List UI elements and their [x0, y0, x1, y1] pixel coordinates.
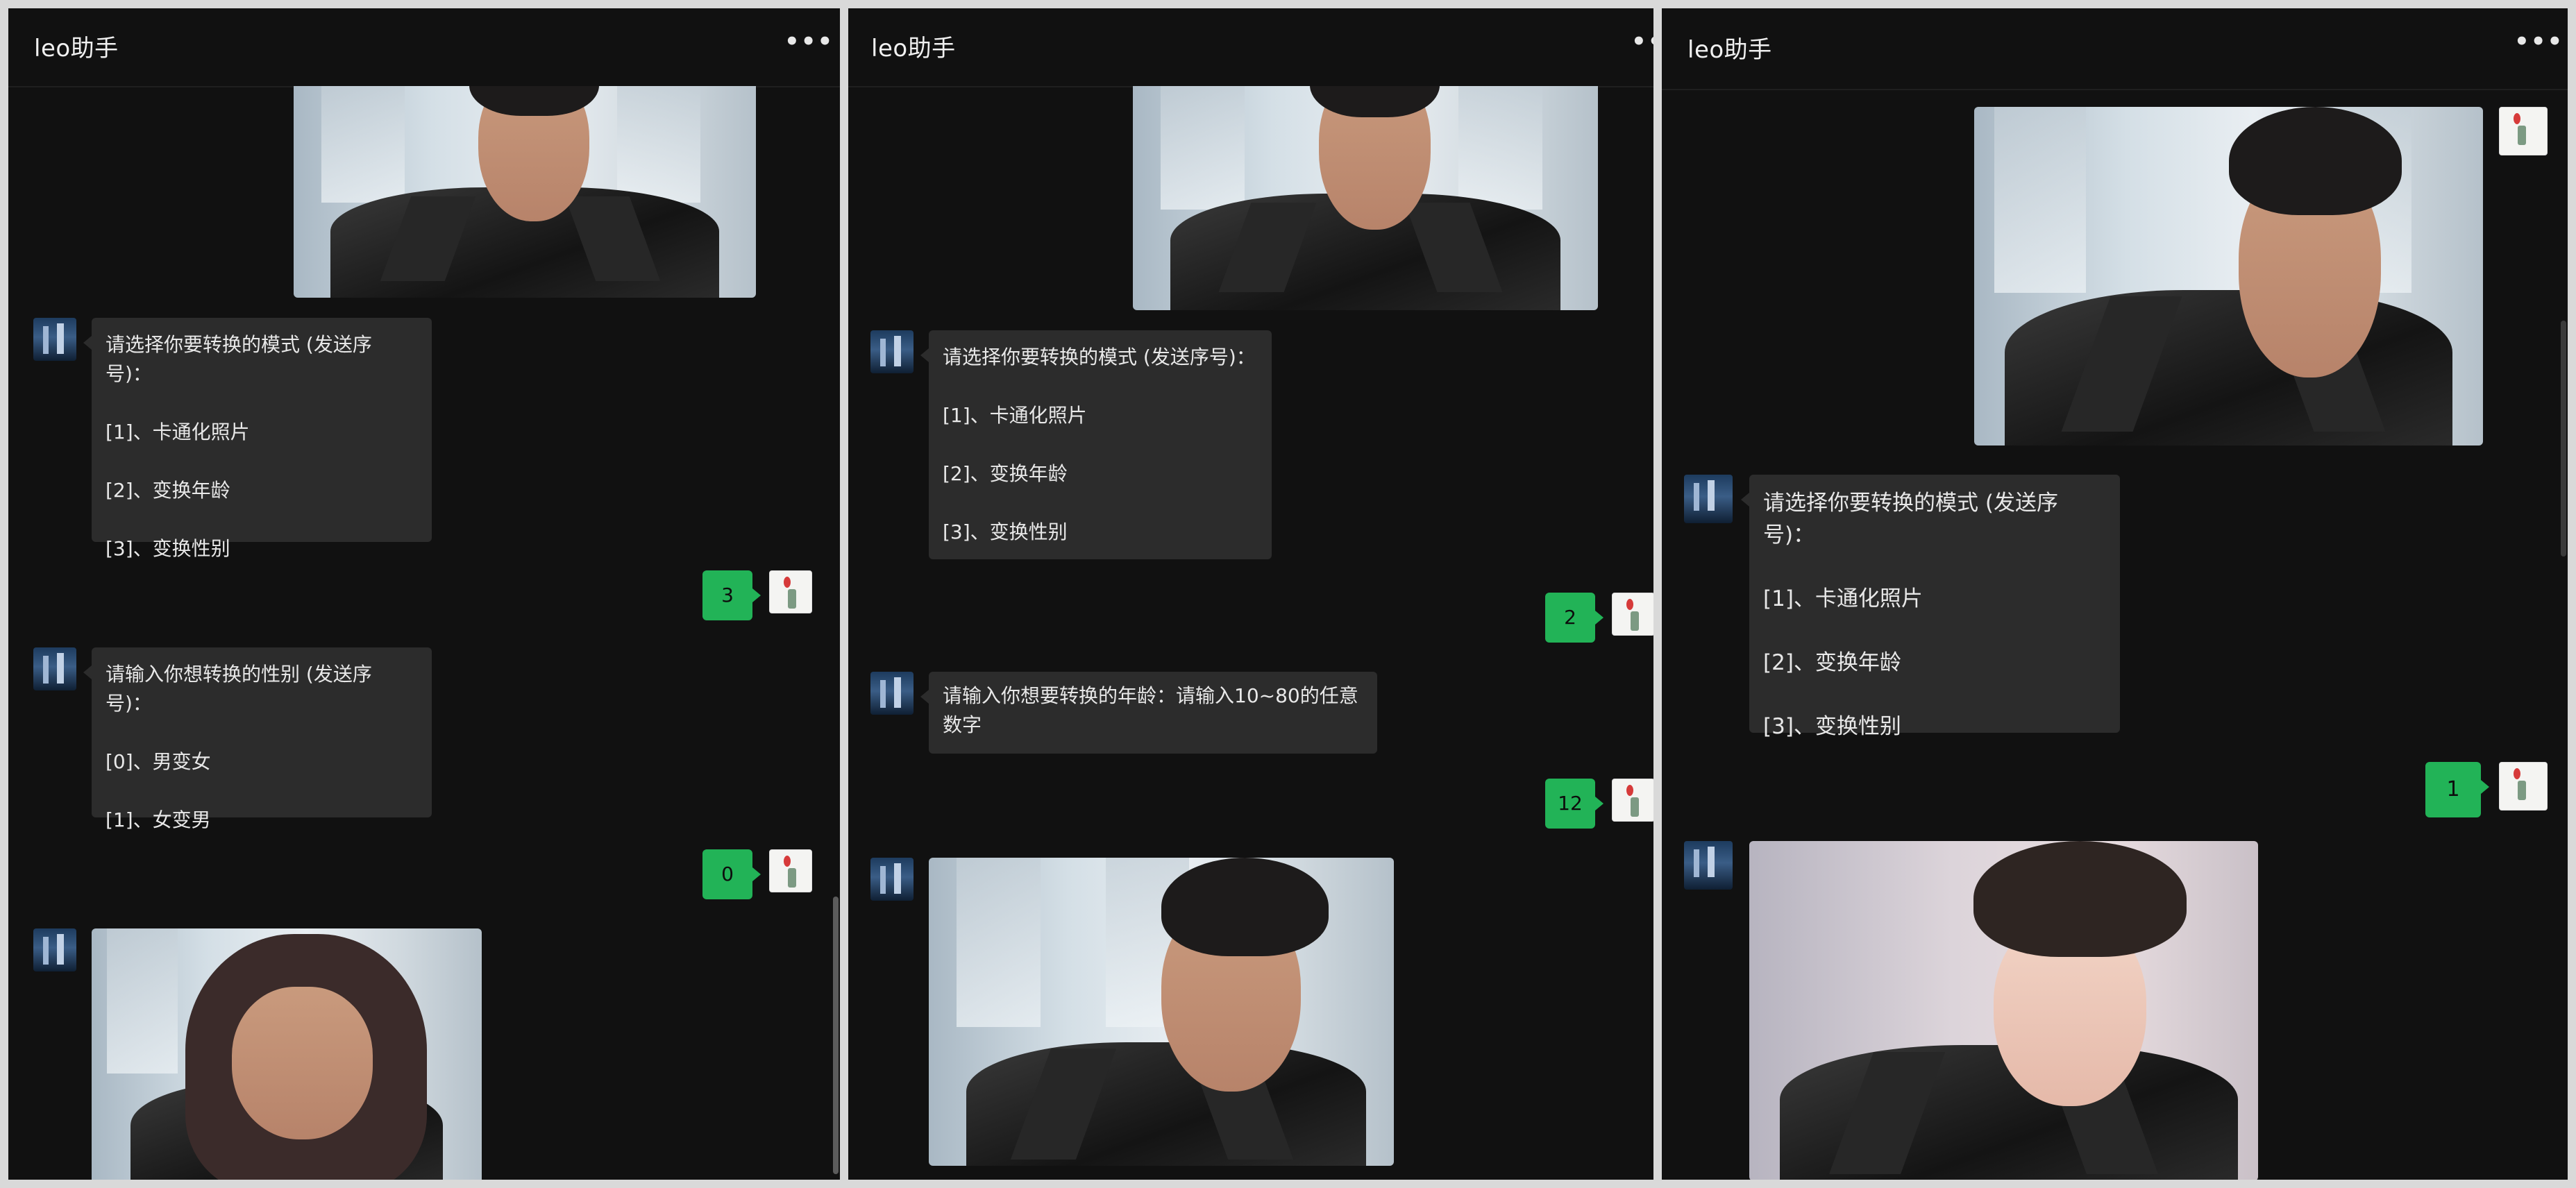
bot-avatar[interactable]: [33, 928, 76, 971]
option-male-to-female: [0]、男变女: [106, 750, 211, 773]
bot-avatar[interactable]: [870, 858, 914, 901]
chat-title: leo助手: [871, 35, 956, 62]
age-input-message: 请输入你想要转换的年龄：请输入10~80的任意数字: [920, 672, 1377, 754]
user-reply-bubble: 0: [702, 849, 761, 899]
bot-avatar[interactable]: [1684, 841, 1733, 890]
message-text: 请选择你要转换的模式 (发送序号)：: [1763, 491, 2058, 548]
chat-panel-1: leo助手 ••• 请选择你要转换的模式 (发送序号)： [1]、卡通化照片 […: [8, 8, 840, 1180]
chat-header: leo助手 ••: [848, 8, 1653, 87]
sent-original-photo[interactable]: [294, 86, 756, 298]
user-avatar[interactable]: [1612, 593, 1653, 636]
user-reply-bubble: 2: [1545, 593, 1603, 643]
sent-original-photo[interactable]: [1974, 107, 2483, 446]
message-text: 请选择你要转换的模式 (发送序号)：: [943, 346, 1256, 368]
bot-avatar[interactable]: [33, 647, 76, 690]
message-text: 请输入你想要转换的年龄：请输入10~80的任意数字: [943, 684, 1358, 736]
user-avatar[interactable]: [1612, 779, 1653, 822]
option-cartoon: [1]、卡通化照片: [943, 404, 1087, 427]
result-photo-cartoon[interactable]: [1749, 841, 2258, 1180]
user-avatar[interactable]: [2499, 107, 2548, 155]
user-avatar[interactable]: [2499, 762, 2548, 811]
user-reply-bubble: 12: [1545, 779, 1603, 829]
mode-select-message: 请选择你要转换的模式 (发送序号)： [1]、卡通化照片 [2]、变换年龄 [3…: [920, 330, 1272, 559]
chat-panel-3: leo助手 ••• 请选择你要转换的模式 (发送序号)： [1]、卡通化照片 […: [1662, 8, 2568, 1180]
chat-header: leo助手 •••: [1662, 8, 2568, 90]
mode-select-message: 请选择你要转换的模式 (发送序号)： [1]、卡通化照片 [2]、变换年龄 [3…: [1741, 475, 2120, 739]
more-options-icon[interactable]: •••: [784, 29, 832, 57]
bot-avatar[interactable]: [870, 672, 914, 715]
option-age: [2]、变换年龄: [106, 479, 230, 502]
option-gender: [3]、变换性别: [943, 520, 1068, 543]
chat-header: leo助手 •••: [8, 8, 840, 87]
user-reply-bubble: 1: [2425, 762, 2489, 817]
user-avatar[interactable]: [769, 570, 812, 613]
option-age: [2]、变换年龄: [1763, 650, 1901, 675]
more-options-icon[interactable]: ••: [1631, 29, 1653, 57]
mode-select-message: 请选择你要转换的模式 (发送序号)： [1]、卡通化照片 [2]、变换年龄 [3…: [83, 318, 432, 560]
bot-avatar[interactable]: [870, 330, 914, 373]
option-age: [2]、变换年龄: [943, 462, 1068, 485]
scrollbar[interactable]: [2561, 321, 2566, 557]
more-options-icon[interactable]: •••: [2514, 29, 2562, 57]
sent-original-photo[interactable]: [1133, 86, 1598, 310]
result-photo-age[interactable]: [929, 858, 1394, 1166]
gender-select-message: 请输入你想转换的性别 (发送序号)： [0]、男变女 [1]、女变男: [83, 647, 432, 831]
option-gender: [3]、变换性别: [1763, 714, 1901, 739]
chat-title: leo助手: [34, 35, 119, 62]
user-avatar[interactable]: [769, 849, 812, 892]
bot-avatar[interactable]: [33, 318, 76, 361]
message-text: 请选择你要转换的模式 (发送序号)：: [106, 333, 372, 385]
option-cartoon: [1]、卡通化照片: [106, 421, 250, 443]
option-gender: [3]、变换性别: [106, 537, 230, 560]
result-photo-gender[interactable]: [92, 928, 482, 1180]
chat-title: leo助手: [1687, 36, 1772, 64]
scrollbar[interactable]: [833, 897, 839, 1174]
option-cartoon: [1]、卡通化照片: [1763, 586, 1923, 611]
bot-avatar[interactable]: [1684, 475, 1733, 523]
user-reply-bubble: 3: [702, 570, 761, 620]
option-female-to-male: [1]、女变男: [106, 808, 211, 831]
message-text: 请输入你想转换的性别 (发送序号)：: [106, 663, 372, 715]
chat-panel-2: leo助手 •• 请选择你要转换的模式 (发送序号)： [1]、卡通化照片 [2…: [848, 8, 1653, 1180]
